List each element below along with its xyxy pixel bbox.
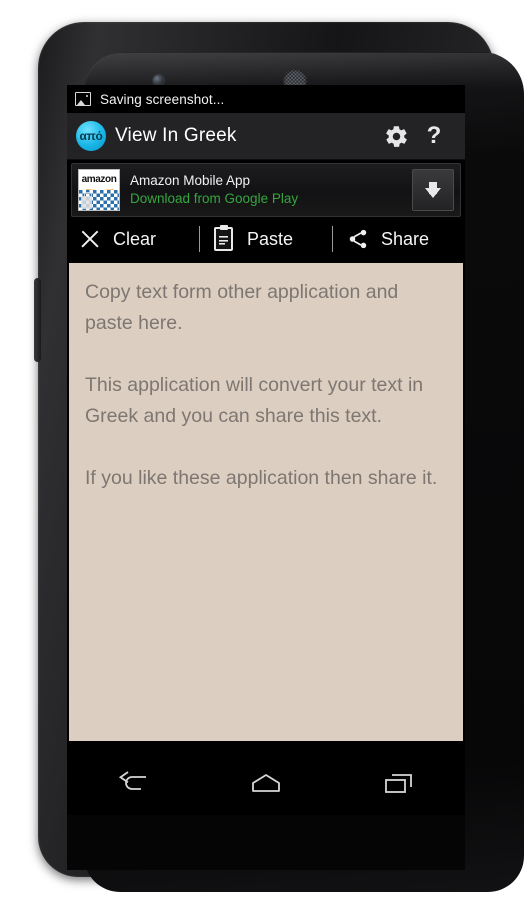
paste-button-label: Paste	[247, 228, 294, 249]
help-button[interactable]: ?	[415, 117, 453, 155]
share-button-label: Share	[381, 228, 430, 249]
close-x-icon	[79, 228, 101, 250]
gear-icon	[385, 125, 407, 147]
app-logo-icon: από	[76, 121, 106, 151]
app-logo-label: από	[79, 129, 103, 143]
share-button[interactable]: Share	[333, 217, 465, 261]
action-toolbar: Clear Paste Share	[67, 217, 465, 261]
hint-paragraph: Copy text form other application and pas…	[85, 281, 399, 334]
recents-icon	[384, 774, 412, 793]
nav-recents-button[interactable]	[362, 761, 436, 807]
photo-icon	[75, 92, 91, 106]
amazon-app-icon: amazon	[78, 169, 120, 211]
nav-home-button[interactable]	[229, 761, 303, 807]
question-mark-icon: ?	[426, 122, 442, 149]
back-icon	[119, 771, 147, 790]
settings-button[interactable]	[377, 117, 415, 155]
hint-paragraph: If you like these application then share…	[85, 467, 438, 489]
download-arrow-icon	[425, 182, 441, 198]
clear-button[interactable]: Clear	[67, 217, 199, 261]
clipboard-icon	[214, 225, 233, 251]
nav-back-button[interactable]	[96, 761, 170, 807]
clear-button-label: Clear	[113, 228, 157, 249]
amazon-icon-wordmark: amazon	[81, 174, 117, 185]
ad-title: Amazon Mobile App	[130, 173, 251, 188]
ad-text-block: Amazon Mobile App Download from Google P…	[130, 172, 412, 208]
action-bar: από View In Greek ?	[67, 113, 465, 160]
screen-lower-bezel	[67, 815, 465, 870]
page-title: View In Greek	[115, 125, 237, 146]
share-icon	[349, 229, 367, 249]
ad-subtitle: Download from Google Play	[130, 191, 299, 206]
volume-rocker-button[interactable]	[34, 278, 41, 362]
ad-banner[interactable]: amazon Amazon Mobile App Download from G…	[71, 163, 461, 217]
ad-download-button[interactable]	[412, 169, 454, 211]
hint-paragraph: This application will convert your text …	[85, 374, 424, 427]
phone-screen: Saving screenshot... από View In Greek ?…	[67, 85, 465, 815]
paste-button[interactable]: Paste	[200, 217, 332, 261]
android-navigation-bar	[67, 753, 465, 815]
home-icon	[252, 774, 280, 792]
status-bar: Saving screenshot...	[67, 85, 465, 113]
status-bar-text: Saving screenshot...	[100, 91, 225, 107]
lock-icon	[81, 192, 92, 209]
text-input-area[interactable]: Copy text form other application and pas…	[69, 263, 463, 741]
